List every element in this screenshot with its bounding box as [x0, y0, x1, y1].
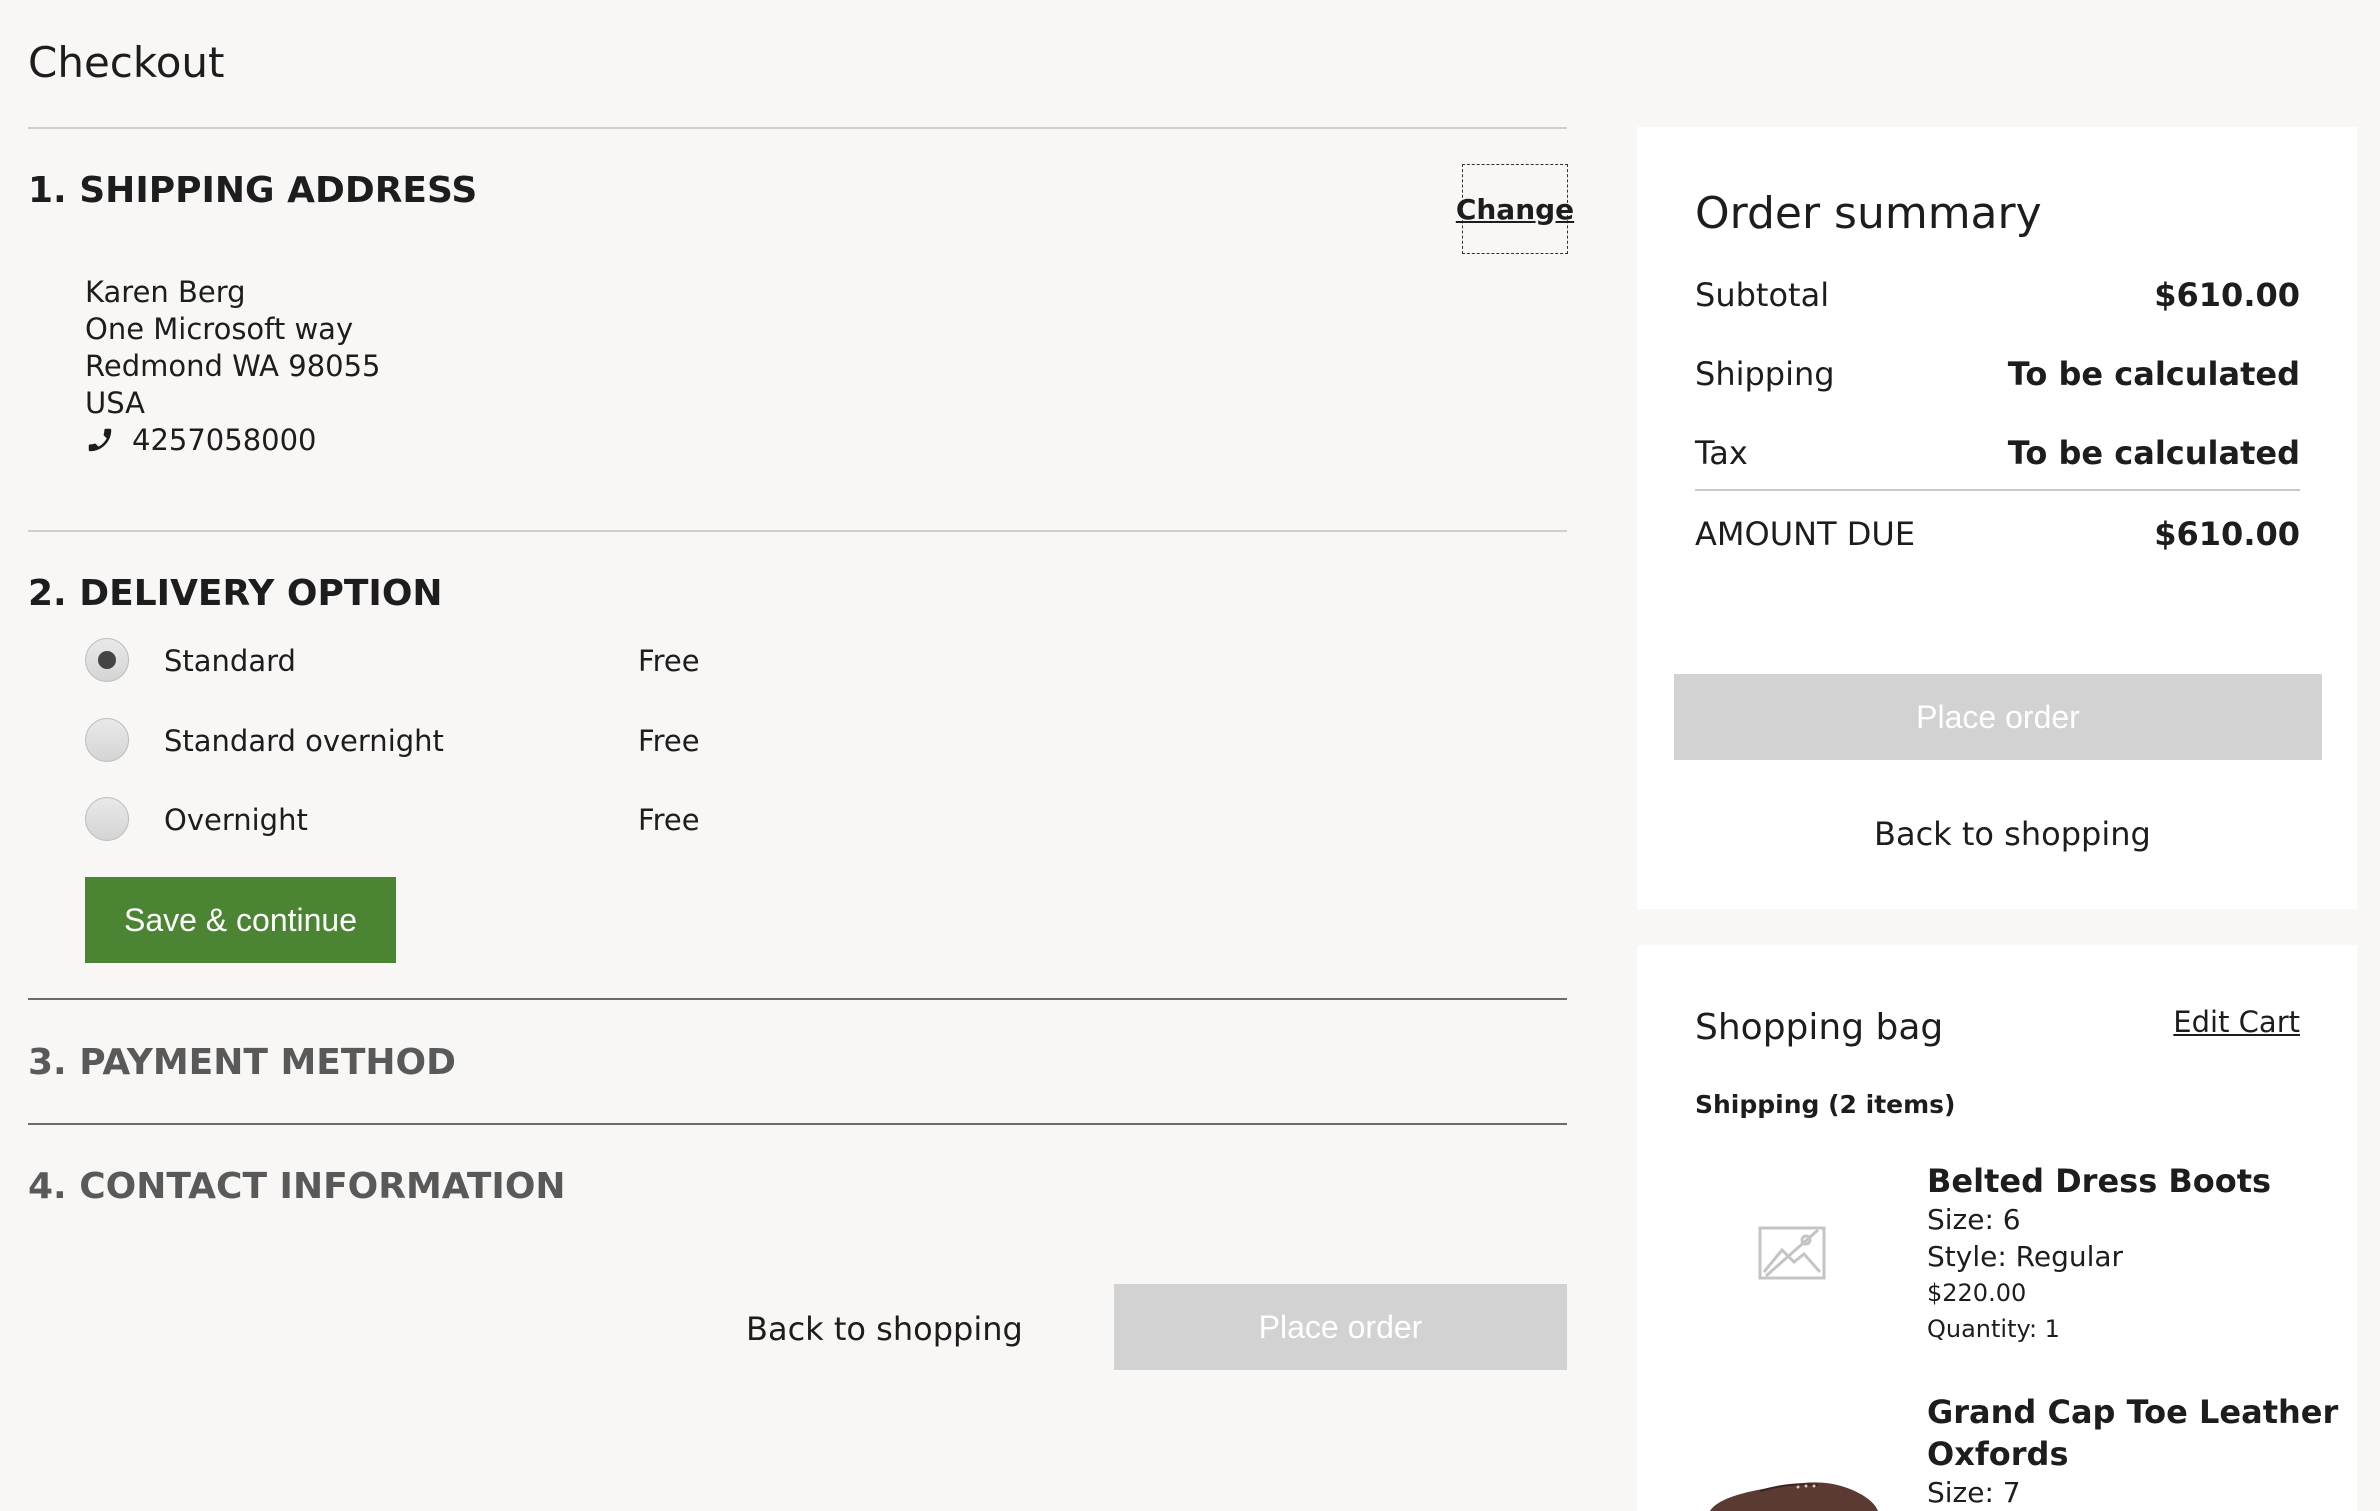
- payment-method-heading: 3. PAYMENT METHOD: [28, 1042, 457, 1083]
- edit-cart-link[interactable]: Edit Cart: [2173, 1005, 2300, 1039]
- address-city: Redmond WA 98055: [85, 349, 381, 383]
- summary-place-order-button[interactable]: Place order: [1674, 674, 2322, 760]
- summary-subtotal-value: $610.00: [2154, 276, 2300, 314]
- delivery-option-label[interactable]: Overnight: [164, 803, 308, 837]
- bag-item-quantity: Quantity: 1: [1927, 1315, 2060, 1343]
- bag-item-name[interactable]: Belted Dress Boots: [1927, 1162, 2271, 1200]
- back-to-shopping-button[interactable]: Back to shopping: [746, 1310, 1023, 1348]
- shipping-items-count: Shipping (2 items): [1695, 1090, 1956, 1119]
- shoe-image: [1710, 1482, 1878, 1511]
- bag-item-size: Size: 7: [1927, 1476, 2021, 1509]
- summary-shipping-label: Shipping: [1695, 355, 1835, 393]
- phone-icon: [88, 428, 112, 452]
- image-placeholder-icon: [1758, 1226, 1826, 1280]
- delivery-option-label[interactable]: Standard: [164, 644, 296, 678]
- delivery-option-price: Free: [638, 644, 700, 678]
- summary-divider: [1695, 489, 2300, 491]
- bag-item-name-line1[interactable]: Grand Cap Toe Leather: [1927, 1393, 2338, 1431]
- shipping-address-heading: 1. SHIPPING ADDRESS: [28, 170, 478, 211]
- summary-shipping-value: To be calculated: [2007, 355, 2300, 393]
- save-continue-button[interactable]: Save & continue: [85, 877, 396, 963]
- shopping-bag-title: Shopping bag: [1695, 1007, 1944, 1048]
- header-divider: [28, 127, 1567, 129]
- section-divider: [28, 1123, 1567, 1125]
- delivery-option-heading: 2. DELIVERY OPTION: [28, 573, 443, 614]
- delivery-option-price: Free: [638, 803, 700, 837]
- delivery-option-label[interactable]: Standard overnight: [164, 724, 444, 758]
- contact-information-heading: 4. CONTACT INFORMATION: [28, 1166, 566, 1207]
- address-phone: 4257058000: [132, 423, 317, 457]
- delivery-radio-standard-overnight[interactable]: [85, 718, 129, 762]
- bag-item-style: Style: Regular: [1927, 1240, 2124, 1273]
- order-summary-title: Order summary: [1695, 188, 2042, 239]
- bag-item-size: Size: 6: [1927, 1203, 2021, 1236]
- delivery-radio-overnight[interactable]: [85, 797, 129, 841]
- change-address-link[interactable]: Change: [1456, 164, 1574, 254]
- summary-tax-value: To be calculated: [2007, 434, 2300, 472]
- amount-due-label: AMOUNT DUE: [1695, 515, 1916, 553]
- place-order-button[interactable]: Place order: [1114, 1284, 1567, 1370]
- address-country: USA: [85, 386, 146, 420]
- summary-subtotal-label: Subtotal: [1695, 276, 1830, 314]
- delivery-option-price: Free: [638, 724, 700, 758]
- bag-item-name-line2[interactable]: Oxfords: [1927, 1435, 2068, 1473]
- delivery-radio-standard[interactable]: [85, 638, 129, 682]
- page-title: Checkout: [28, 38, 225, 87]
- amount-due-value: $610.00: [2154, 515, 2300, 553]
- section-divider: [28, 998, 1567, 1000]
- address-street: One Microsoft way: [85, 312, 354, 346]
- summary-back-to-shopping-button[interactable]: Back to shopping: [1874, 815, 2151, 853]
- section-divider: [28, 530, 1567, 532]
- summary-tax-label: Tax: [1695, 434, 1748, 472]
- bag-item-price: $220.00: [1927, 1279, 2027, 1307]
- address-name: Karen Berg: [85, 275, 246, 309]
